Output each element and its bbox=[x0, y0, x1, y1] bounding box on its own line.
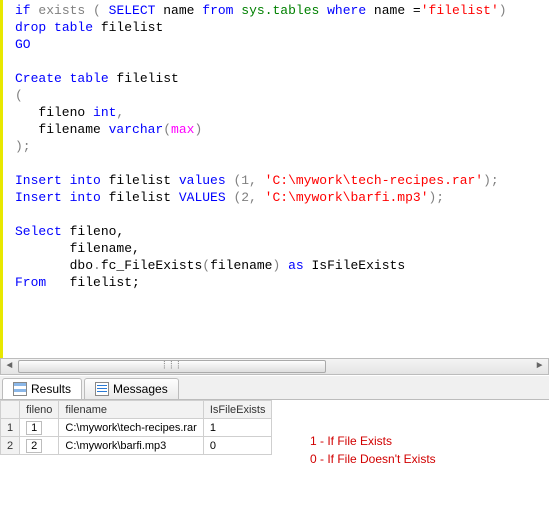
column-header[interactable]: filename bbox=[59, 401, 203, 419]
code-token: from bbox=[202, 3, 233, 18]
grid-icon bbox=[13, 382, 27, 396]
code-token: filename bbox=[210, 258, 272, 273]
code-token: if bbox=[15, 3, 31, 18]
code-token: ( bbox=[15, 88, 23, 103]
code-token: IsFileExists bbox=[304, 258, 405, 273]
code-token: ); bbox=[15, 139, 31, 154]
code-token: Select bbox=[15, 224, 62, 239]
column-header[interactable]: fileno bbox=[20, 401, 59, 419]
code-token: sys.tables bbox=[233, 3, 327, 18]
result-tabs: Results Messages bbox=[0, 376, 549, 400]
rownum-header[interactable] bbox=[1, 401, 20, 419]
code-token: fileno bbox=[15, 105, 93, 120]
row-number-cell[interactable]: 1 bbox=[1, 419, 20, 437]
code-token: ); bbox=[429, 190, 445, 205]
code-token: , bbox=[116, 105, 124, 120]
horizontal-scrollbar[interactable]: ◄ ⁞⁞⁞ ► bbox=[0, 358, 549, 375]
results-grid[interactable]: fileno filename IsFileExists 1 1 C:\mywo… bbox=[0, 400, 272, 455]
code-token: filelist bbox=[93, 20, 163, 35]
code-token: Insert bbox=[15, 173, 62, 188]
code-token: filelist bbox=[109, 71, 179, 86]
scroll-right-icon[interactable]: ► bbox=[531, 359, 548, 374]
cell-filename[interactable]: C:\mywork\tech-recipes.rar bbox=[59, 419, 203, 437]
code-token: name bbox=[155, 3, 202, 18]
tab-label: Results bbox=[31, 382, 71, 396]
sql-editor[interactable]: −if exists ( SELECT name from sys.tables… bbox=[0, 0, 549, 358]
code-token: VALUES bbox=[179, 190, 226, 205]
code-token: filename bbox=[15, 122, 109, 137]
code-token: . bbox=[93, 258, 101, 273]
code-token: max bbox=[171, 122, 194, 137]
code-token: fileno, bbox=[62, 224, 124, 239]
tab-results[interactable]: Results bbox=[2, 378, 82, 399]
scroll-left-icon[interactable]: ◄ bbox=[1, 359, 18, 374]
code-token: name = bbox=[366, 3, 421, 18]
code-token: table bbox=[62, 71, 109, 86]
code-token: 'filelist' bbox=[421, 3, 499, 18]
code-token: fc_FileExists bbox=[101, 258, 202, 273]
code-token: SELECT bbox=[109, 3, 156, 18]
code-token: filelist; bbox=[46, 275, 140, 290]
code-token: table bbox=[46, 20, 93, 35]
tab-messages[interactable]: Messages bbox=[84, 378, 179, 399]
code-token: 'C:\mywork\tech-recipes.rar' bbox=[265, 173, 483, 188]
code-token: GO bbox=[15, 37, 31, 52]
code-token: filelist bbox=[101, 173, 179, 188]
cell-fileno[interactable]: 1 bbox=[20, 419, 59, 437]
cell-isfileexists[interactable]: 0 bbox=[203, 437, 272, 455]
code-token: where bbox=[327, 3, 366, 18]
code-token: ( bbox=[202, 258, 210, 273]
scrollbar-thumb[interactable]: ⁞⁞⁞ bbox=[18, 360, 326, 373]
code-token: ( bbox=[85, 3, 108, 18]
cell-isfileexists[interactable]: 1 bbox=[203, 419, 272, 437]
code-token: ); bbox=[483, 173, 499, 188]
code-token: filename, bbox=[15, 241, 140, 256]
code-token: ) bbox=[194, 122, 202, 137]
tab-label: Messages bbox=[113, 382, 168, 396]
code-token: int bbox=[93, 105, 116, 120]
code-token: varchar bbox=[109, 122, 164, 137]
code-token: ( bbox=[163, 122, 171, 137]
code-token: Insert bbox=[15, 190, 62, 205]
code-token: (2, bbox=[226, 190, 265, 205]
table-header-row: fileno filename IsFileExists bbox=[1, 401, 272, 419]
code-token: dbo bbox=[15, 258, 93, 273]
code-token: drop bbox=[15, 20, 46, 35]
cell-filename[interactable]: C:\mywork\barfi.mp3 bbox=[59, 437, 203, 455]
table-row[interactable]: 1 1 C:\mywork\tech-recipes.rar 1 bbox=[1, 419, 272, 437]
code-token: exists bbox=[38, 3, 85, 18]
code-token: values bbox=[179, 173, 226, 188]
scrollbar-track[interactable]: ⁞⁞⁞ bbox=[18, 359, 531, 374]
annotation-text: 1 - If File Exists 0 - If File Doesn't E… bbox=[310, 432, 436, 468]
annotation-line: 0 - If File Doesn't Exists bbox=[310, 450, 436, 468]
code-token: into bbox=[62, 173, 101, 188]
code-token: as bbox=[280, 258, 303, 273]
row-number-cell[interactable]: 2 bbox=[1, 437, 20, 455]
code-token: filelist bbox=[101, 190, 179, 205]
column-header[interactable]: IsFileExists bbox=[203, 401, 272, 419]
code-token: into bbox=[62, 190, 101, 205]
code-token: (1, bbox=[226, 173, 265, 188]
table-row[interactable]: 2 2 C:\mywork\barfi.mp3 0 bbox=[1, 437, 272, 455]
cell-fileno[interactable]: 2 bbox=[20, 437, 59, 455]
messages-icon bbox=[95, 382, 109, 396]
code-token: Create bbox=[15, 71, 62, 86]
code-token: ) bbox=[499, 3, 507, 18]
code-token: 'C:\mywork\barfi.mp3' bbox=[265, 190, 429, 205]
annotation-line: 1 - If File Exists bbox=[310, 432, 436, 450]
code-token: From bbox=[15, 275, 46, 290]
